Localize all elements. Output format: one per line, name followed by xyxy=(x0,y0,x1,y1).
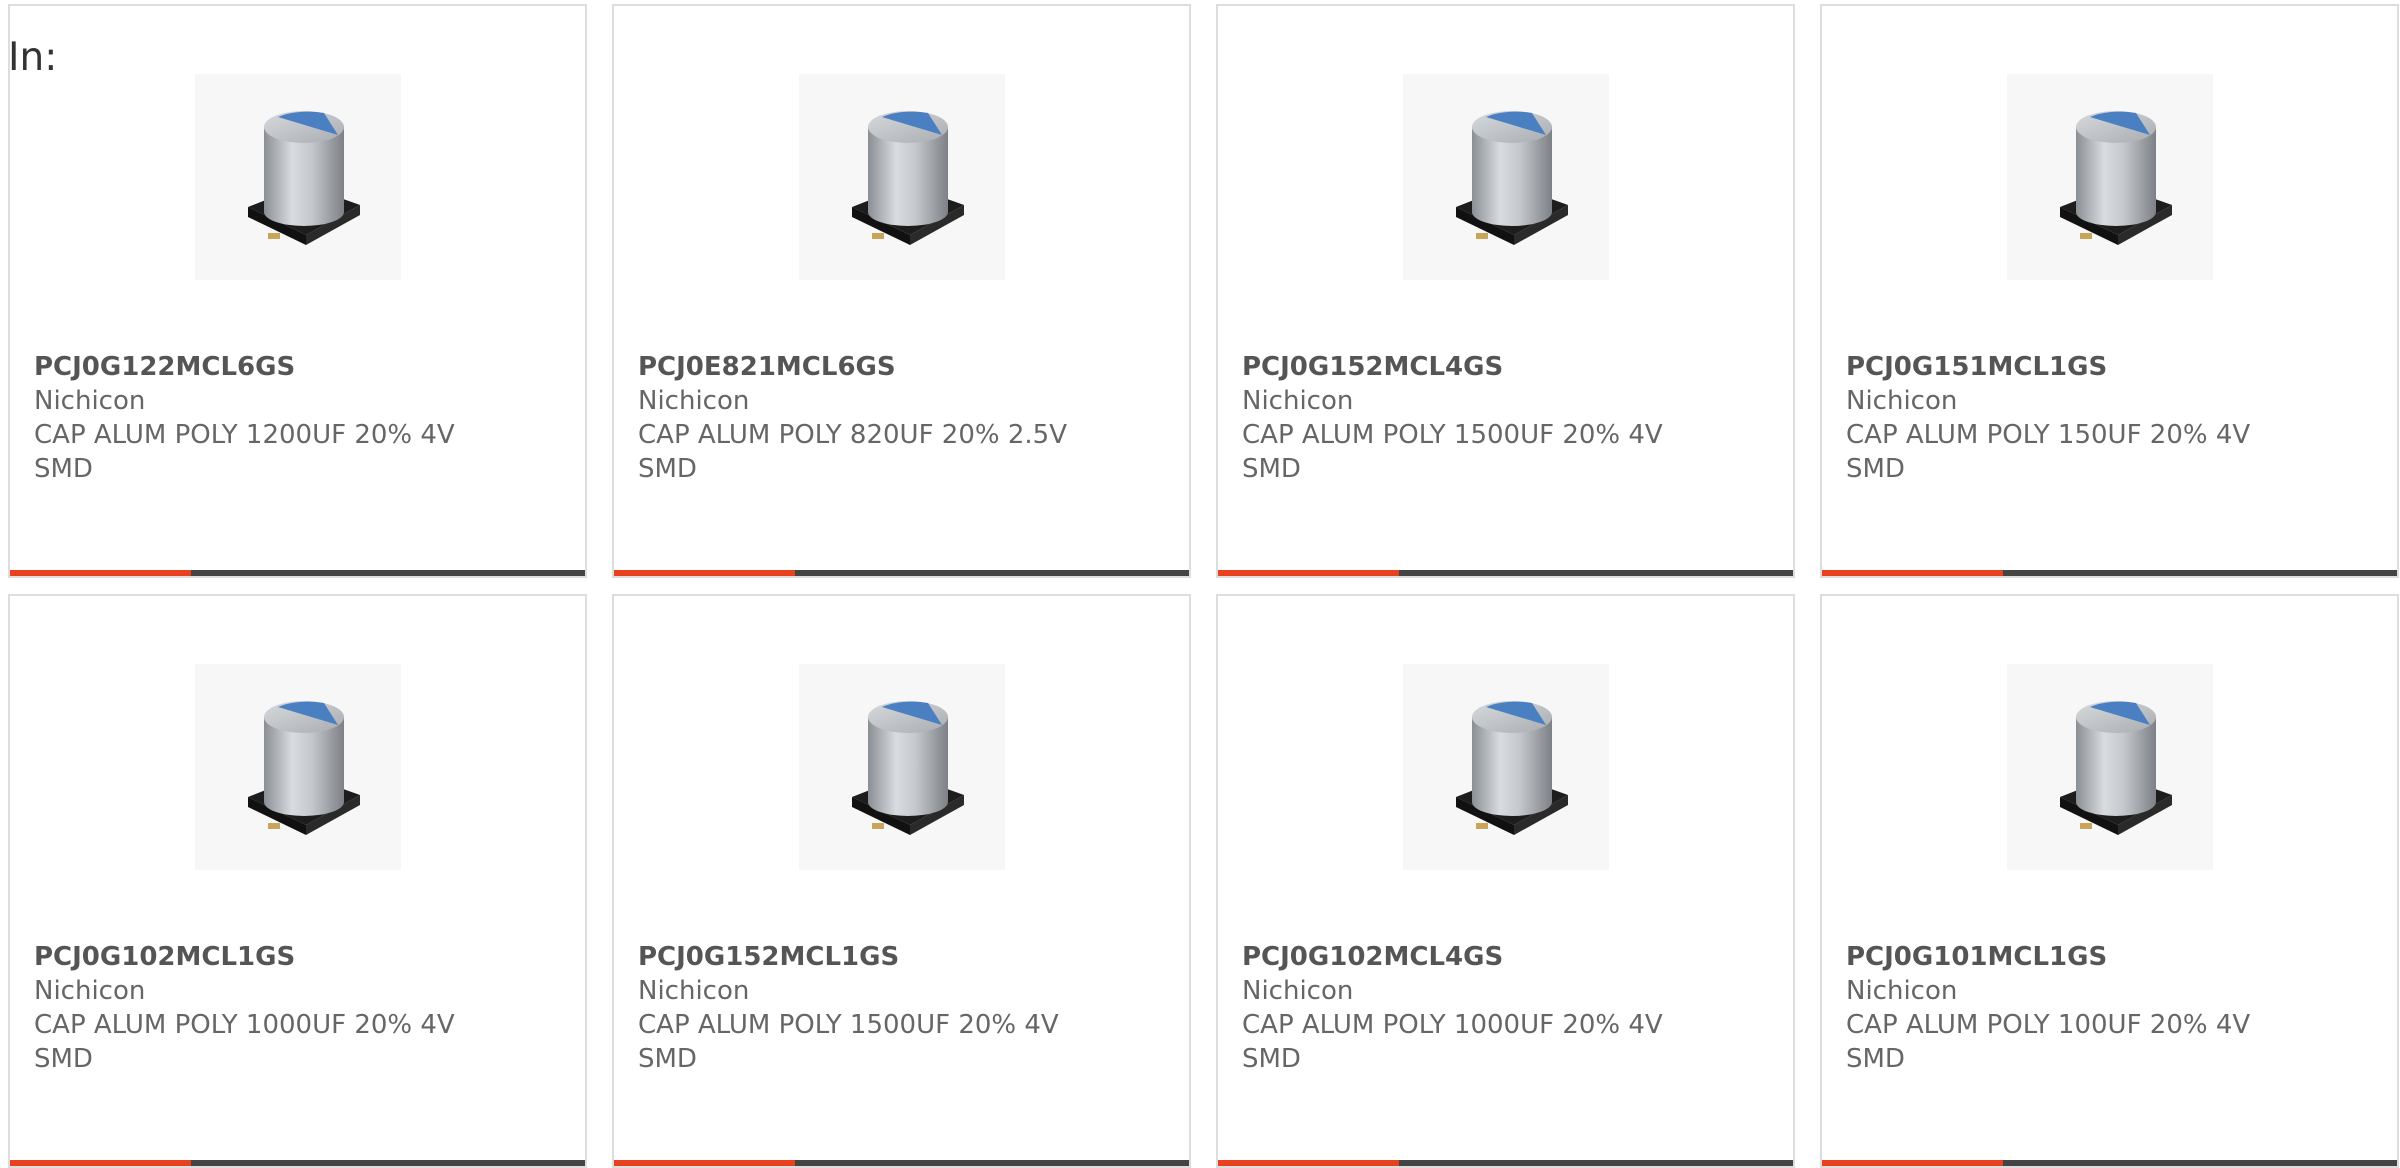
card-accent-bar xyxy=(1822,1160,2003,1166)
capacitor-image[interactable] xyxy=(1403,664,1609,870)
product-card[interactable]: PCJ0G102MCL4GS Nichicon CAP ALUM POLY 10… xyxy=(1216,594,1795,1168)
card-accent-bar xyxy=(10,570,191,576)
card-footer-bar xyxy=(1822,570,2397,576)
product-card[interactable]: PCJ0G152MCL1GS Nichicon CAP ALUM POLY 15… xyxy=(612,594,1191,1168)
description-line-2: SMD xyxy=(1242,454,1301,484)
card-accent-bar xyxy=(10,1160,191,1166)
part-number[interactable]: PCJ0G151MCL1GS xyxy=(1846,350,2373,384)
card-footer-bar xyxy=(1822,1160,2397,1166)
manufacturer: Nichicon xyxy=(638,976,750,1006)
manufacturer: Nichicon xyxy=(1242,976,1354,1006)
manufacturer: Nichicon xyxy=(1846,386,1958,416)
description-line-2: SMD xyxy=(1242,1044,1301,1074)
part-number[interactable]: PCJ0E821MCL6GS xyxy=(638,350,1165,384)
description-line-1: CAP ALUM POLY 1500UF 20% 4V xyxy=(638,1010,1059,1040)
card-footer-bar xyxy=(614,570,1189,576)
capacitor-image[interactable] xyxy=(1403,74,1609,280)
description-line-2: SMD xyxy=(1846,454,1905,484)
manufacturer: Nichicon xyxy=(34,976,146,1006)
in-label: In: xyxy=(8,35,58,80)
card-footer-bar xyxy=(1218,570,1793,576)
manufacturer: Nichicon xyxy=(1242,386,1354,416)
product-info: PCJ0G102MCL4GS Nichicon CAP ALUM POLY 10… xyxy=(1242,940,1769,1076)
description-line-2: SMD xyxy=(34,1044,93,1074)
card-footer-bar xyxy=(10,1160,585,1166)
product-card[interactable]: PCJ0E821MCL6GS Nichicon CAP ALUM POLY 82… xyxy=(612,4,1191,578)
part-number[interactable]: PCJ0G122MCL6GS xyxy=(34,350,561,384)
product-info: PCJ0G152MCL4GS Nichicon CAP ALUM POLY 15… xyxy=(1242,350,1769,486)
description-line-1: CAP ALUM POLY 820UF 20% 2.5V xyxy=(638,420,1067,450)
capacitor-smd-icon xyxy=(248,111,360,245)
product-info: PCJ0E821MCL6GS Nichicon CAP ALUM POLY 82… xyxy=(638,350,1165,486)
capacitor-image[interactable] xyxy=(195,664,401,870)
description-line-1: CAP ALUM POLY 1200UF 20% 4V xyxy=(34,420,455,450)
capacitor-smd-icon xyxy=(852,111,964,245)
card-accent-bar xyxy=(614,1160,795,1166)
part-number[interactable]: PCJ0G152MCL1GS xyxy=(638,940,1165,974)
manufacturer: Nichicon xyxy=(34,386,146,416)
product-card[interactable]: PCJ0G122MCL6GS Nichicon CAP ALUM POLY 12… xyxy=(8,4,587,578)
description-line-2: SMD xyxy=(638,454,697,484)
description-line-2: SMD xyxy=(34,454,93,484)
description-line-1: CAP ALUM POLY 1500UF 20% 4V xyxy=(1242,420,1663,450)
product-card[interactable]: PCJ0G101MCL1GS Nichicon CAP ALUM POLY 10… xyxy=(1820,594,2399,1168)
card-footer-bar xyxy=(10,570,585,576)
capacitor-image[interactable] xyxy=(195,74,401,280)
product-info: PCJ0G151MCL1GS Nichicon CAP ALUM POLY 15… xyxy=(1846,350,2373,486)
capacitor-image[interactable] xyxy=(799,664,1005,870)
description-line-1: CAP ALUM POLY 1000UF 20% 4V xyxy=(34,1010,455,1040)
part-number[interactable]: PCJ0G102MCL4GS xyxy=(1242,940,1769,974)
product-card[interactable]: PCJ0G102MCL1GS Nichicon CAP ALUM POLY 10… xyxy=(8,594,587,1168)
card-footer-bar xyxy=(614,1160,1189,1166)
card-accent-bar xyxy=(1218,1160,1399,1166)
card-footer-bar xyxy=(1218,1160,1793,1166)
capacitor-smd-icon xyxy=(1456,701,1568,835)
part-number[interactable]: PCJ0G152MCL4GS xyxy=(1242,350,1769,384)
product-info: PCJ0G102MCL1GS Nichicon CAP ALUM POLY 10… xyxy=(34,940,561,1076)
product-info: PCJ0G101MCL1GS Nichicon CAP ALUM POLY 10… xyxy=(1846,940,2373,1076)
description-line-1: CAP ALUM POLY 1000UF 20% 4V xyxy=(1242,1010,1663,1040)
capacitor-smd-icon xyxy=(1456,111,1568,245)
card-accent-bar xyxy=(614,570,795,576)
product-grid: PCJ0G122MCL6GS Nichicon CAP ALUM POLY 12… xyxy=(8,4,2399,1168)
product-info: PCJ0G152MCL1GS Nichicon CAP ALUM POLY 15… xyxy=(638,940,1165,1076)
capacitor-smd-icon xyxy=(2060,701,2172,835)
description-line-2: SMD xyxy=(638,1044,697,1074)
capacitor-image[interactable] xyxy=(799,74,1005,280)
manufacturer: Nichicon xyxy=(1846,976,1958,1006)
capacitor-image[interactable] xyxy=(2007,74,2213,280)
part-number[interactable]: PCJ0G102MCL1GS xyxy=(34,940,561,974)
card-accent-bar xyxy=(1822,570,2003,576)
description-line-1: CAP ALUM POLY 150UF 20% 4V xyxy=(1846,420,2251,450)
product-card[interactable]: PCJ0G152MCL4GS Nichicon CAP ALUM POLY 15… xyxy=(1216,4,1795,578)
card-accent-bar xyxy=(1218,570,1399,576)
capacitor-smd-icon xyxy=(2060,111,2172,245)
product-info: PCJ0G122MCL6GS Nichicon CAP ALUM POLY 12… xyxy=(34,350,561,486)
description-line-1: CAP ALUM POLY 100UF 20% 4V xyxy=(1846,1010,2251,1040)
part-number[interactable]: PCJ0G101MCL1GS xyxy=(1846,940,2373,974)
manufacturer: Nichicon xyxy=(638,386,750,416)
capacitor-smd-icon xyxy=(248,701,360,835)
product-card[interactable]: PCJ0G151MCL1GS Nichicon CAP ALUM POLY 15… xyxy=(1820,4,2399,578)
capacitor-image[interactable] xyxy=(2007,664,2213,870)
description-line-2: SMD xyxy=(1846,1044,1905,1074)
capacitor-smd-icon xyxy=(852,701,964,835)
